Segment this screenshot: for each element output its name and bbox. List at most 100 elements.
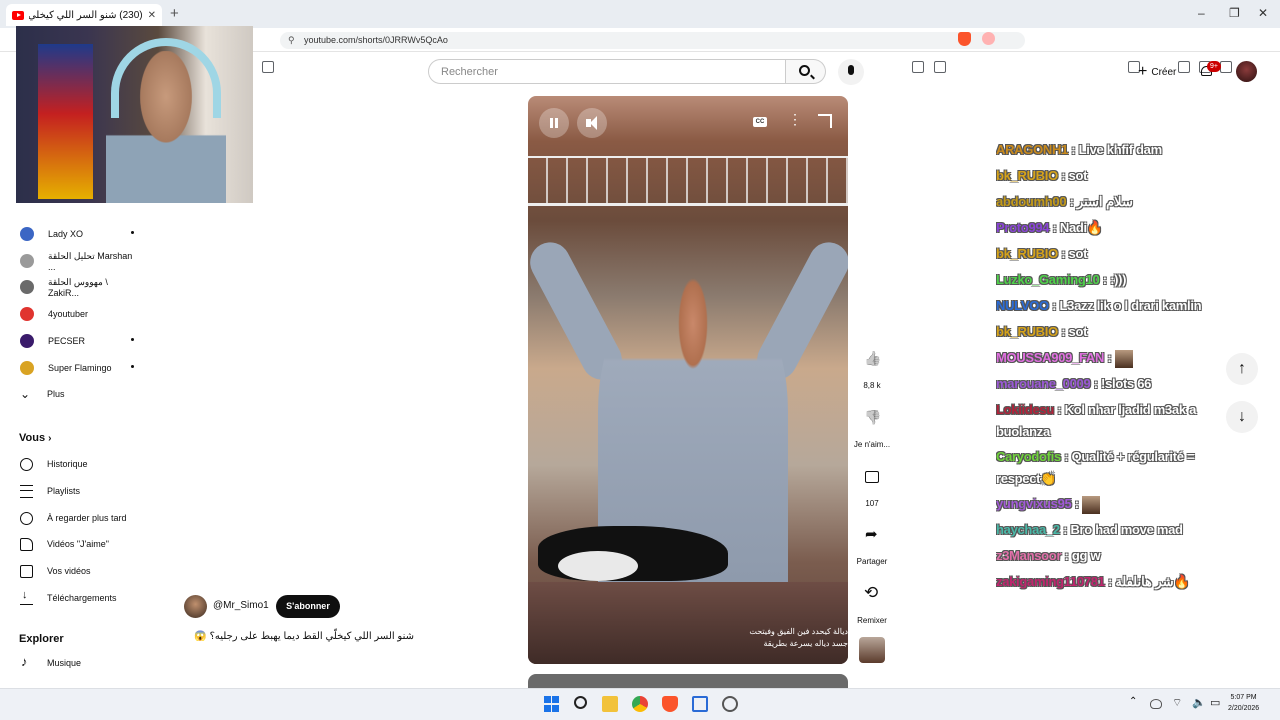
captions-button[interactable]: CC [753,117,767,127]
share-icon [854,518,890,554]
chat-message: Lokiidesu : Kol nhar ljadid m3ak a buola… [996,402,1197,439]
create-button[interactable]: + Créer [1134,60,1188,84]
file-explorer-icon[interactable] [602,696,618,712]
voice-search-button[interactable] [838,59,864,85]
sidebar-item-label: Historique [47,459,88,469]
cast-icon[interactable] [912,61,924,73]
brave-icon[interactable] [662,696,678,712]
volume-icon[interactable]: 🔈 [1192,696,1208,712]
settings-gear-icon[interactable] [722,696,738,712]
video-wall [528,582,848,664]
snipping-tool-icon[interactable] [692,696,708,712]
channel-thumbnail[interactable] [859,637,885,663]
sidebar-item-watch-later[interactable]: À regarder plus tard [20,507,140,529]
chat-username: NULVOO [996,298,1049,313]
sidebar-item-subscription[interactable]: مهووس الحلقة \ ZakiR... [20,276,140,298]
share-button[interactable]: Partager [852,518,892,566]
chat-text: Live khfif dam [1078,142,1163,157]
bookmark-icon[interactable] [262,61,274,73]
share-page-icon[interactable] [934,61,946,73]
short-video-player[interactable]: CC ديالة كيحدد فين الفيق وفيتحت جسد ديال… [528,96,848,664]
channel-avatar[interactable] [184,595,207,618]
clock-icon [20,511,33,525]
tab-close-button[interactable]: ✕ [148,10,156,21]
next-short-preview[interactable] [528,674,848,688]
chrome-icon[interactable] [632,696,648,712]
sidebar-item-your-videos[interactable]: Vos vidéos [20,560,140,582]
channel-avatar [20,361,34,375]
notification-badge: 9+ [1207,61,1221,72]
new-tab-button[interactable]: + [170,5,179,22]
chat-text: سلام استر [1076,194,1133,209]
chat-emoji-icon: 🔥 [1173,574,1190,589]
dislike-button[interactable]: Je n'aim... [852,401,892,449]
maximize-button[interactable]: ❐ [1229,6,1240,20]
video-railing [528,156,848,206]
sidebar-item-subscription[interactable]: تحليل الحلقة Marshan ... [20,250,140,272]
sidebar-item-playlists[interactable]: Playlists [20,480,140,502]
search-button[interactable] [786,59,826,84]
dislike-label: Je n'aim... [853,440,891,449]
sidebar-item-label: Playlists [47,486,81,496]
wifi-icon[interactable]: ⌔ [1172,696,1188,712]
pause-button[interactable] [539,108,569,138]
chat-text: Nadi [1059,220,1087,235]
url-text: youtube.com/shorts/0JRRWv5QcAo [304,35,448,45]
chat-message: abdoumh00 : سلام استر [996,194,1133,209]
address-bar[interactable]: ⚲ youtube.com/shorts/0JRRWv5QcAo [280,32,1025,49]
live-dot [131,338,134,341]
fullscreen-icon[interactable] [818,114,832,128]
arrow-down-icon: ↓ [1238,408,1246,425]
comment-icon [854,460,890,496]
channel-avatar [20,280,34,294]
sidebar-item-subscription[interactable]: PECSER [20,330,140,352]
next-short-button[interactable]: ↓ [1226,401,1258,433]
comments-button[interactable]: 107 [852,460,892,508]
volume-button[interactable] [577,108,607,138]
minimize-button[interactable]: – [1198,6,1205,20]
chevron-up-icon[interactable]: ⌃ [1129,696,1145,712]
sidebar-item-history[interactable]: Historique [20,453,140,475]
remix-icon [854,577,890,613]
taskbar-clock[interactable]: 5:07 PM 2/20/2026 [1228,692,1259,714]
sidebar-more-button[interactable]: ⌄ Plus [20,383,140,405]
sidebar-item-subscription[interactable]: Lady XO [20,223,140,245]
chat-message: MOUSSA909_FAN : [996,347,1226,369]
video-cat-patch [558,551,638,581]
chevron-down-icon: ⌄ [20,386,31,401]
more-options-icon[interactable] [788,111,802,128]
search-icon[interactable] [574,696,587,709]
brave-rewards-icon[interactable] [982,32,995,45]
sidebar-item-subscription[interactable]: Super Flamingo [20,357,140,379]
brave-shield-icon[interactable] [958,32,971,46]
cloud-icon[interactable] [1150,699,1162,709]
chat-message: Caryodofis : Qualité + régularité = resp… [996,449,1195,486]
windows-start-icon[interactable] [544,696,560,712]
channel-avatar [20,334,34,348]
site-info-icon[interactable]: ⚲ [288,35,295,46]
chat-text: L3azz lik o l drari kamlin [1059,298,1202,313]
section-you-title[interactable]: Vous › [19,432,51,444]
sidebar-item-music[interactable]: Musique [20,652,140,674]
remix-label: Remixer [857,616,887,625]
search-icon [799,65,810,76]
sidebar-item-liked-videos[interactable]: Vidéos "J'aime" [20,533,140,555]
live-dot [131,231,134,234]
subscribe-button[interactable]: S'abonner [276,595,340,618]
headset-icon [111,38,221,118]
search-input[interactable]: Rechercher [428,59,786,84]
remix-button[interactable]: Remixer [852,577,892,625]
chat-username: Luzko_Gaming10 [996,272,1100,287]
thumb-up-icon [20,537,33,551]
like-button[interactable]: 8,8 k [852,342,892,390]
sidebar-item-subscription[interactable]: 4youtuber [20,303,140,325]
channel-handle[interactable]: @Mr_Simo1 [213,600,269,611]
window-close-button[interactable]: ✕ [1258,6,1268,20]
battery-icon[interactable]: ▭ [1210,696,1226,712]
avatar[interactable] [1236,61,1257,82]
browser-tab[interactable]: (230) شنو السر اللي كيخلّي القط... ✕ [6,4,162,26]
extensions-icon[interactable] [1220,61,1232,73]
share-label: Partager [856,557,888,566]
sidebar-item-downloads[interactable]: Téléchargements [20,587,140,609]
previous-short-button[interactable]: ↑ [1226,353,1258,385]
